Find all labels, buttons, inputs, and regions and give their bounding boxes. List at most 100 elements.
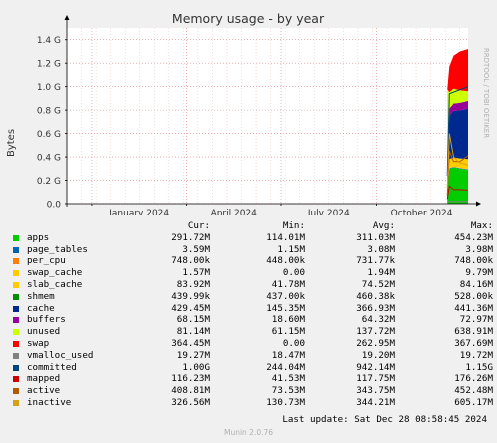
legend-avg: 731.77k xyxy=(356,255,395,267)
legend-max: 638.91M xyxy=(454,326,493,338)
legend-header-min: Min: xyxy=(282,220,305,231)
x-tick-label: January 2024 xyxy=(108,209,169,215)
legend-row-mapped: mapped 116.23M 41.53M 117.75M 176.26M xyxy=(10,373,493,385)
x-tick-labels: January 2024 April 2024 July 2024 October 2… xyxy=(91,204,453,215)
y-tick-label: 0.2 G xyxy=(37,177,61,187)
legend-header-max: Max: xyxy=(470,220,493,231)
legend-swatch xyxy=(13,293,19,300)
legend-max: 9.79M xyxy=(465,267,493,279)
legend-min: 0.00 xyxy=(282,337,305,349)
legend-min: 1.15M xyxy=(277,243,305,255)
legend-name: slab_cache xyxy=(27,278,83,290)
y-axis-label: Bytes xyxy=(6,129,17,157)
legend-row-apps: apps 291.72M 114.01M 311.03M 454.23M xyxy=(10,231,493,244)
memory-usage-chart: Memory usage - by year Bytes RRDTOOL / T… xyxy=(6,11,490,215)
legend-max: 452.48M xyxy=(454,385,493,397)
legend-min: 0.00 xyxy=(282,267,305,279)
legend-name: unused xyxy=(27,326,61,338)
legend-avg: 3.08M xyxy=(367,243,395,255)
y-tick-labels: 0.0 0.2 G 0.4 G 0.6 G 0.8 G 1.0 G 1.2 G 1.4 G xyxy=(37,36,67,211)
legend-row-swap_cache: swap_cache 1.57M 0.00 1.94M 9.79M xyxy=(10,267,493,279)
legend-min: 244.04M xyxy=(266,361,305,373)
area-apps xyxy=(447,167,468,204)
legend-max: 367.69M xyxy=(454,337,493,349)
legend-avg: 64.32M xyxy=(361,314,395,326)
y-tick-label: 1.0 G xyxy=(37,83,61,93)
legend-min: 130.73M xyxy=(266,396,305,408)
legend-min: 437.00k xyxy=(266,290,305,302)
legend-row-cache: cache 429.45M 145.35M 366.93M 441.36M xyxy=(10,302,493,315)
legend-row-inactive: inactive 326.56M 130.73M 344.21M 605.17M xyxy=(10,396,493,409)
legend-name: page_tables xyxy=(27,243,88,255)
legend-max: 3.98M xyxy=(465,243,493,255)
legend-name: cache xyxy=(27,302,55,314)
legend-name: apps xyxy=(27,231,50,243)
legend-swatch xyxy=(13,258,19,265)
legend-swatch xyxy=(13,376,19,383)
legend-row-shmem: shmem 439.99k 437.00k 460.38k 528.00k xyxy=(10,290,493,303)
legend-max: 1.15G xyxy=(465,361,493,373)
legend-min: 18.47M xyxy=(271,349,305,361)
legend-name: per_cpu xyxy=(27,255,66,267)
legend-cur: 1.57M xyxy=(182,267,210,279)
rrdtool-watermark: RRDTOOL / TOBI OETIKER xyxy=(482,48,490,138)
legend-swatch xyxy=(13,281,19,288)
x-tick-label: April 2024 xyxy=(211,209,258,215)
legend-min: 18.60M xyxy=(271,314,305,326)
plot-area xyxy=(67,28,468,204)
y-tick-label: 0.0 xyxy=(47,201,62,211)
stacked-areas xyxy=(447,49,468,204)
legend-min: 448.00k xyxy=(266,255,305,267)
x-tick-label: October 2024 xyxy=(391,209,453,215)
legend-name: active xyxy=(27,385,61,397)
legend-avg: 262.95M xyxy=(356,337,395,349)
legend-max: 605.17M xyxy=(454,396,493,408)
legend-cur: 81.14M xyxy=(176,326,210,338)
legend-avg: 74.52M xyxy=(361,278,395,290)
legend-cur: 364.45M xyxy=(171,337,210,349)
legend-max: 84.16M xyxy=(459,278,493,290)
legend-swatch xyxy=(13,329,19,336)
legend-swatch xyxy=(13,246,19,253)
legend-name: inactive xyxy=(27,396,72,408)
chart-title: Memory usage - by year xyxy=(172,11,325,26)
legend: Cur: Min: Avg: Max: apps 291.72M 114.01M 31… xyxy=(10,220,493,409)
legend-max: 72.97M xyxy=(459,314,493,326)
legend-cur: 116.23M xyxy=(171,373,210,385)
x-tick-label: July 2024 xyxy=(307,209,350,215)
legend-cur: 326.56M xyxy=(171,396,210,408)
y-tick-label: 1.2 G xyxy=(37,60,61,70)
legend-avg: 343.75M xyxy=(356,385,395,397)
legend-swatch xyxy=(13,352,19,359)
legend-avg: 344.21M xyxy=(356,396,395,408)
y-axis-arrow xyxy=(64,15,70,20)
legend-row-buffers: buffers 68.15M 18.60M 64.32M 72.97M xyxy=(10,314,493,326)
legend-max: 454.23M xyxy=(454,231,493,243)
legend-cur: 3.59M xyxy=(182,243,210,255)
legend-min: 114.01M xyxy=(266,231,305,243)
legend-cur: 429.45M xyxy=(171,302,210,314)
legend-header-cur: Cur: xyxy=(187,220,210,231)
legend-name: swap_cache xyxy=(27,267,83,279)
legend-row-per_cpu: per_cpu 748.00k 448.00k 731.77k 748.00k xyxy=(10,255,493,267)
legend-avg: 19.20M xyxy=(361,349,395,361)
legend-avg: 117.75M xyxy=(356,373,395,385)
legend-cur: 68.15M xyxy=(176,314,210,326)
legend-avg: 366.93M xyxy=(356,302,395,314)
legend-name: shmem xyxy=(27,290,55,302)
legend-min: 61.15M xyxy=(271,326,305,338)
legend-avg: 311.03M xyxy=(356,231,395,243)
legend-cur: 291.72M xyxy=(171,231,210,243)
legend-avg: 942.14M xyxy=(356,361,395,373)
legend-swatch xyxy=(13,340,19,347)
legend-row-page_tables: page_tables 3.59M 1.15M 3.08M 3.98M xyxy=(10,243,493,256)
legend-row-active: active 408.81M 73.53M 343.75M 452.48M xyxy=(10,385,493,397)
legend-name: buffers xyxy=(27,314,66,326)
legend-min: 145.35M xyxy=(266,302,305,314)
legend-min: 73.53M xyxy=(271,385,305,397)
legend-header-avg: Avg: xyxy=(372,220,395,231)
legend-row-vmalloc_used: vmalloc_used 19.27M 18.47M 19.20M 19.72M xyxy=(10,349,493,362)
legend-swatch xyxy=(13,234,19,241)
legend-swatch xyxy=(13,399,19,406)
legend-cur: 748.00k xyxy=(171,255,210,267)
